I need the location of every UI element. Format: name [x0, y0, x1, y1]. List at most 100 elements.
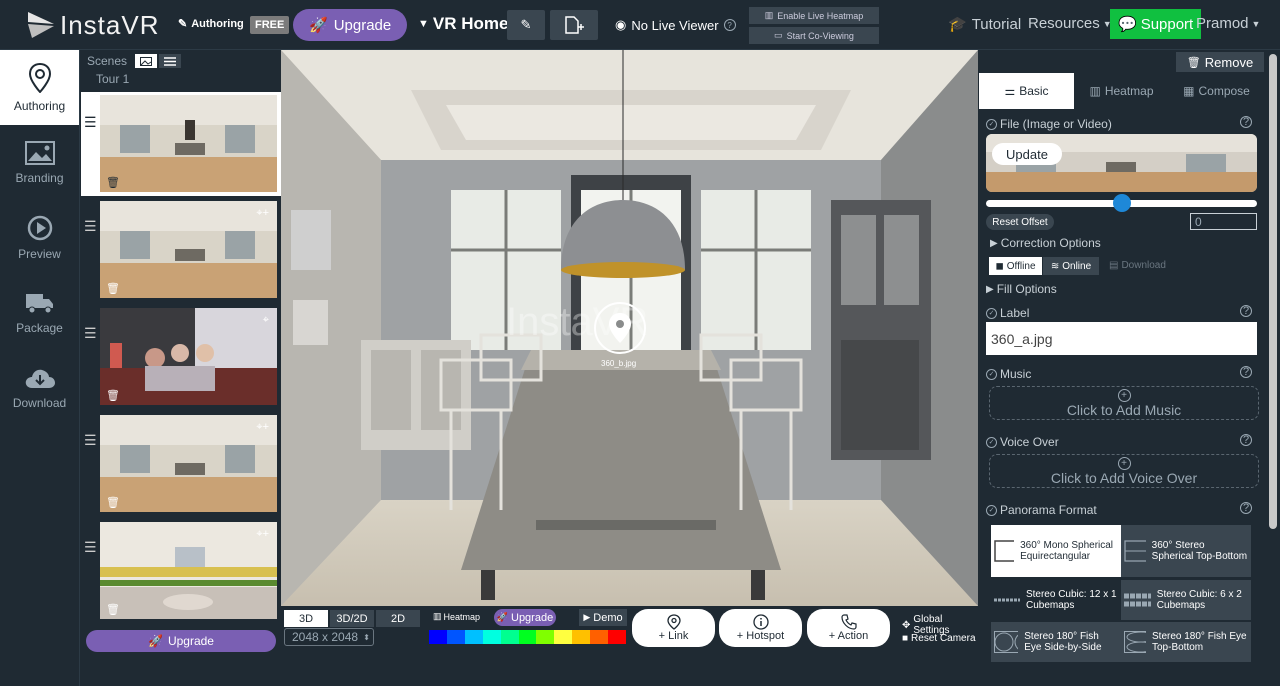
format-stereo-top-bottom[interactable]: 360° Stereo Spherical Top-Bottom	[1121, 525, 1251, 577]
support-button[interactable]: 💬 Support	[1110, 9, 1202, 39]
user-menu[interactable]: Pramod ▼	[1196, 15, 1260, 32]
trash-icon[interactable]: 🗑	[106, 282, 120, 295]
add-hotspot-pin-icon[interactable]: ⌖+	[256, 528, 269, 541]
mode-3d-button[interactable]: 3D	[284, 610, 328, 627]
resources-dropdown[interactable]: Resources ▼	[1028, 15, 1112, 32]
format-fisheye-side-by-side[interactable]: Stereo 180° Fish Eye Side-by-Side	[991, 622, 1121, 662]
start-co-viewing-button[interactable]: ▭ Start Co-Viewing	[749, 27, 879, 44]
nav-download[interactable]: Download	[0, 350, 79, 425]
tab-basic[interactable]: ⚌ Basic	[979, 73, 1074, 109]
drag-handle-icon[interactable]: ☰	[84, 539, 97, 556]
grid-icon: ▦	[1183, 84, 1195, 98]
scene-thumbnail[interactable]: ⌖ 🗑	[100, 308, 277, 405]
instavr-logo[interactable]: InstaVR	[26, 8, 160, 42]
nav-branding[interactable]: Branding	[0, 125, 79, 200]
remove-scene-button[interactable]: 🗑 Remove	[1176, 52, 1264, 72]
mode-3d-2d-button[interactable]: 3D/2D	[330, 610, 374, 627]
add-hotspot-button[interactable]: + Hotspot	[719, 609, 802, 647]
format-mono-equirectangular[interactable]: 360° Mono Spherical Equirectangular	[991, 525, 1121, 577]
scene-thumbnail[interactable]: 🗑	[100, 95, 277, 192]
offset-input[interactable]: 0	[1190, 213, 1257, 230]
fisheye-side-icon	[994, 631, 1019, 653]
scene-item[interactable]: ☰ 🗑	[81, 92, 281, 196]
scene-item[interactable]: ☰ ⌖+ 🗑	[81, 412, 281, 516]
new-project-button[interactable]	[550, 10, 598, 40]
trash-icon[interactable]: 🗑	[106, 496, 120, 509]
help-icon[interactable]: ?	[1240, 305, 1252, 317]
demo-button[interactable]: ▶ Demo	[579, 609, 627, 626]
add-action-button[interactable]: + Action	[807, 609, 890, 647]
tutorial-link[interactable]: 🎓 Tutorial	[948, 15, 1021, 34]
heatmap-label: Heatmap	[443, 611, 481, 622]
panorama-viewer[interactable]: InstaVR 360_b.jpg	[281, 50, 978, 606]
add-hotspot-pin-icon[interactable]: ⌖	[263, 314, 269, 327]
edit-project-button[interactable]: ✎	[507, 10, 545, 40]
drag-handle-icon[interactable]: ☰	[84, 114, 97, 131]
live-viewer-label: No Live Viewer	[631, 17, 719, 33]
resolution-select[interactable]: 2048 x 2048 ⬍	[284, 628, 374, 646]
sliders-icon: ⚌	[1004, 84, 1016, 98]
format-fisheye-top-bottom[interactable]: Stereo 180° Fish Eye Top-Bottom	[1121, 622, 1251, 662]
mode-2d-button[interactable]: 2D	[376, 610, 420, 627]
scrollbar-thumb[interactable]	[1269, 54, 1277, 529]
help-icon[interactable]: ?	[723, 19, 736, 31]
update-file-button[interactable]: Update	[992, 143, 1062, 165]
format-stereo-cubic-6x2[interactable]: Stereo Cubic: 6 x 2 Cubemaps	[1121, 580, 1251, 620]
scene-thumbnail[interactable]: ⌖+ 🗑	[100, 415, 277, 512]
online-button[interactable]: ≋ Online	[1043, 257, 1099, 275]
offset-slider-handle[interactable]	[1113, 194, 1131, 212]
download-correction-button[interactable]: ▤ Download	[1109, 260, 1166, 271]
fill-options-toggle[interactable]: ▶ Fill Options	[986, 282, 1057, 296]
reset-offset-button[interactable]: Reset Offset	[986, 214, 1054, 230]
add-music-dropzone[interactable]: + Click to Add Music	[989, 386, 1259, 420]
scenes-upgrade-button[interactable]: 🚀 Upgrade	[86, 630, 276, 652]
drag-handle-icon[interactable]: ☰	[84, 218, 97, 235]
caret-right-icon: ▶	[990, 237, 998, 249]
add-voice-over-dropzone[interactable]: + Click to Add Voice Over	[989, 454, 1259, 488]
trash-icon[interactable]: 🗑	[106, 603, 120, 616]
add-hotspot-pin-icon[interactable]: ⌖+	[256, 207, 269, 220]
format-stereo-cubic-12x1[interactable]: Stereo Cubic: 12 x 1 Cubemaps	[991, 580, 1121, 620]
tab-compose[interactable]: ▦ Compose	[1169, 73, 1264, 109]
upgrade-button[interactable]: 🚀 Upgrade	[293, 9, 408, 41]
nav-preview[interactable]: Preview	[0, 200, 79, 275]
heatmap-upgrade-button[interactable]: 🚀 Upgrade	[494, 609, 556, 626]
scene-thumbnail[interactable]: ⌖+ 🗑	[100, 201, 277, 298]
tab-heatmap[interactable]: ▥ Heatmap	[1074, 73, 1169, 109]
thumbnail-view-icon[interactable]	[135, 54, 158, 68]
help-icon[interactable]: ?	[1240, 502, 1252, 514]
nav-authoring[interactable]: Authoring	[0, 50, 79, 125]
drag-handle-icon[interactable]: ☰	[84, 432, 97, 449]
scene-item[interactable]: ☰ ⌖ 🗑	[81, 305, 281, 409]
heatmap-toggle[interactable]: ▥ Heatmap	[433, 611, 480, 622]
heatmap-color-swatch	[554, 630, 573, 644]
tab-compose-label: Compose	[1198, 84, 1250, 98]
enable-live-heatmap-button[interactable]: ▥ Enable Live Heatmap	[749, 7, 879, 24]
list-view-icon[interactable]	[159, 54, 182, 68]
scene-item[interactable]: ☰ ⌖+ 🗑	[81, 519, 281, 623]
rocket-icon: 🚀	[309, 17, 328, 34]
scene-item[interactable]: ☰ ⌖+ 🗑	[81, 198, 281, 302]
trash-icon[interactable]: 🗑	[106, 176, 120, 189]
label-input[interactable]: 360_a.jpg	[986, 322, 1257, 355]
help-icon[interactable]: ?	[1240, 116, 1252, 128]
add-hotspot-pin-icon[interactable]: ⌖+	[256, 421, 269, 434]
correction-label: Correction Options	[1000, 236, 1101, 250]
nav-package[interactable]: Package	[0, 275, 79, 350]
scene-thumbnail[interactable]: ⌖+ 🗑	[100, 522, 277, 619]
add-link-button[interactable]: + Link	[632, 609, 715, 647]
project-dropdown[interactable]: ▼ VR Home	[418, 14, 508, 34]
trash-icon[interactable]: 🗑	[106, 389, 120, 402]
scene-link-hotspot[interactable]	[594, 302, 646, 354]
panel-scrollbar[interactable]	[1266, 50, 1280, 670]
scenes-panel: Scenes Tour 1 ☰ 🗑 ☰ ⌖+ 🗑 ☰ ⌖ 🗑 ☰ ⌖+ 🗑 ☰ …	[81, 50, 281, 670]
format-label: Stereo Cubic: 12 x 1 Cubemaps	[1025, 589, 1117, 611]
reset-camera-link[interactable]: ■ Reset Camera	[902, 633, 976, 644]
correction-options-toggle[interactable]: ▶ Correction Options	[986, 236, 1101, 250]
help-icon[interactable]: ?	[1240, 434, 1252, 446]
plus-circle-icon: +	[1117, 456, 1131, 470]
drag-handle-icon[interactable]: ☰	[84, 325, 97, 342]
tab-heatmap-label: Heatmap	[1104, 84, 1154, 98]
help-icon[interactable]: ?	[1240, 366, 1252, 378]
offline-button[interactable]: ◼ Offline	[989, 257, 1042, 275]
